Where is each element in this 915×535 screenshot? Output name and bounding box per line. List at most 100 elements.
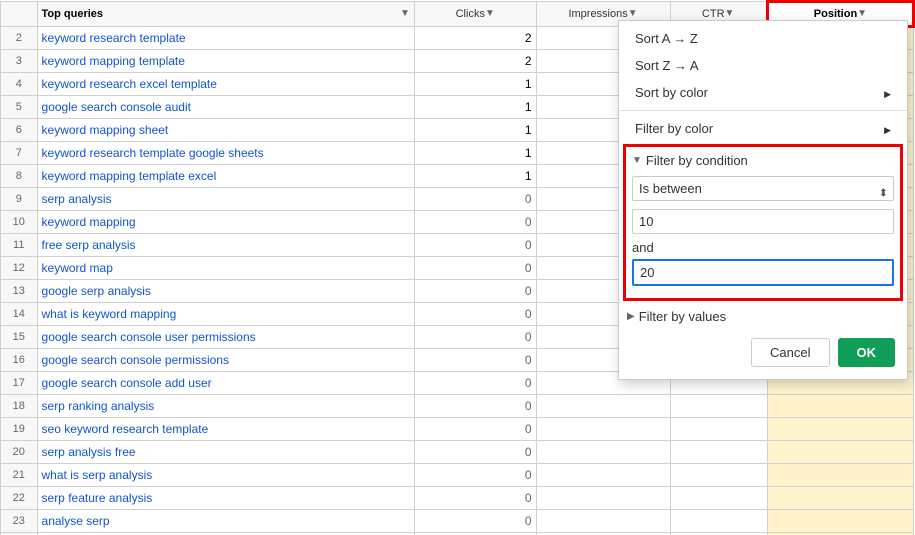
col-b-filter-icon[interactable]: ▼ (485, 5, 495, 23)
row-number: 3 (1, 50, 38, 73)
position-cell (767, 441, 913, 464)
row-number: 13 (1, 280, 38, 303)
row-number: 4 (1, 73, 38, 96)
ok-button[interactable]: OK (838, 338, 896, 367)
query-cell[interactable]: what is keyword mapping (37, 303, 414, 326)
sort-by-color-chevron (884, 85, 891, 100)
query-cell[interactable]: keyword mapping sheet (37, 119, 414, 142)
query-cell[interactable]: serp feature analysis (37, 487, 414, 510)
row-number: 11 (1, 234, 38, 257)
position-cell (767, 487, 913, 510)
query-cell[interactable]: keyword mapping template (37, 50, 414, 73)
query-cell[interactable]: keyword research template (37, 27, 414, 50)
query-cell[interactable]: keyword research template google sheets (37, 142, 414, 165)
impressions-cell (536, 395, 670, 418)
impressions-cell (536, 487, 670, 510)
clicks-cell: 1 (414, 96, 536, 119)
table-row: 19seo keyword research template0 (1, 418, 914, 441)
clicks-cell: 2 (414, 50, 536, 73)
position-cell (767, 418, 913, 441)
query-cell[interactable]: keyword research excel template (37, 73, 414, 96)
col-b-header: Clicks ▼ (414, 2, 536, 27)
row-number: 5 (1, 96, 38, 119)
row-number: 22 (1, 487, 38, 510)
row-number: 15 (1, 326, 38, 349)
filter-dropdown: Sort A → Z Sort Z → A Sort by color Filt… (618, 20, 908, 380)
clicks-cell: 0 (414, 372, 536, 395)
clicks-cell: 0 (414, 464, 536, 487)
row-number: 16 (1, 349, 38, 372)
query-cell[interactable]: seo keyword research template (37, 418, 414, 441)
query-cell[interactable]: google search console audit (37, 96, 414, 119)
query-cell[interactable]: free serp analysis (37, 234, 414, 257)
query-cell[interactable]: serp analysis (37, 188, 414, 211)
from-value-wrapper (632, 209, 894, 234)
impressions-cell (536, 510, 670, 533)
clicks-cell: 0 (414, 418, 536, 441)
query-cell[interactable]: keyword mapping (37, 211, 414, 234)
clicks-cell: 0 (414, 257, 536, 280)
sort-a-z-item[interactable]: Sort A → Z (619, 25, 907, 52)
filter-by-values-section[interactable]: ▶ Filter by values (619, 303, 907, 330)
row-number: 21 (1, 464, 38, 487)
to-value-wrapper (632, 259, 894, 286)
sort-by-color-item[interactable]: Sort by color (619, 79, 907, 106)
ctr-cell (670, 395, 767, 418)
col-b-label: Clicks (456, 5, 485, 23)
col-a-filter-icon[interactable]: ▼ (400, 5, 410, 23)
sort-z-a-item[interactable]: Sort Z → A (619, 52, 907, 79)
impressions-cell (536, 464, 670, 487)
filter-values-chevron: ▶ (627, 311, 635, 322)
query-cell[interactable]: google serp analysis (37, 280, 414, 303)
clicks-cell: 0 (414, 510, 536, 533)
clicks-cell: 0 (414, 487, 536, 510)
clicks-cell: 0 (414, 326, 536, 349)
query-cell[interactable]: google search console user permissions (37, 326, 414, 349)
query-cell[interactable]: serp analysis free (37, 441, 414, 464)
impressions-cell (536, 441, 670, 464)
table-row: 23analyse serp0 (1, 510, 914, 533)
ctr-cell (670, 510, 767, 533)
query-cell[interactable]: what is serp analysis (37, 464, 414, 487)
condition-from-input[interactable] (632, 209, 894, 234)
clicks-cell: 0 (414, 280, 536, 303)
query-cell[interactable]: keyword map (37, 257, 414, 280)
clicks-cell: 0 (414, 349, 536, 372)
query-cell[interactable]: serp ranking analysis (37, 395, 414, 418)
menu-divider-1 (619, 110, 907, 111)
query-cell[interactable]: google search console add user (37, 372, 414, 395)
ctr-cell (670, 487, 767, 510)
row-number: 6 (1, 119, 38, 142)
position-cell (767, 464, 913, 487)
condition-select-wrapper: NoneIs emptyIs not emptyText containsTex… (632, 176, 894, 209)
filter-by-color-item[interactable]: Filter by color (619, 115, 907, 142)
row-number: 8 (1, 165, 38, 188)
cancel-button[interactable]: Cancel (751, 338, 829, 367)
spreadsheet-container: Top queries ▼ Clicks ▼ Impressions ▼ (0, 0, 915, 535)
query-cell[interactable]: keyword mapping template excel (37, 165, 414, 188)
table-row: 18serp ranking analysis0 (1, 395, 914, 418)
condition-type-select[interactable]: NoneIs emptyIs not emptyText containsTex… (632, 176, 894, 201)
table-row: 21what is serp analysis0 (1, 464, 914, 487)
row-number: 10 (1, 211, 38, 234)
clicks-cell: 1 (414, 73, 536, 96)
row-number: 14 (1, 303, 38, 326)
table-row: 20serp analysis free0 (1, 441, 914, 464)
clicks-cell: 0 (414, 211, 536, 234)
table-row: 22serp feature analysis0 (1, 487, 914, 510)
ctr-cell (670, 441, 767, 464)
row-number: 20 (1, 441, 38, 464)
condition-to-input[interactable] (632, 259, 894, 286)
query-cell[interactable]: analyse serp (37, 510, 414, 533)
dialog-button-row: Cancel OK (619, 330, 907, 375)
filter-by-condition-header[interactable]: ▼ Filter by condition (632, 153, 894, 168)
row-number: 23 (1, 510, 38, 533)
query-cell[interactable]: google search console permissions (37, 349, 414, 372)
row-number: 7 (1, 142, 38, 165)
position-cell (767, 510, 913, 533)
ctr-cell (670, 418, 767, 441)
filter-by-condition-label: Filter by condition (646, 153, 748, 168)
impressions-cell (536, 418, 670, 441)
row-number: 18 (1, 395, 38, 418)
row-number: 17 (1, 372, 38, 395)
